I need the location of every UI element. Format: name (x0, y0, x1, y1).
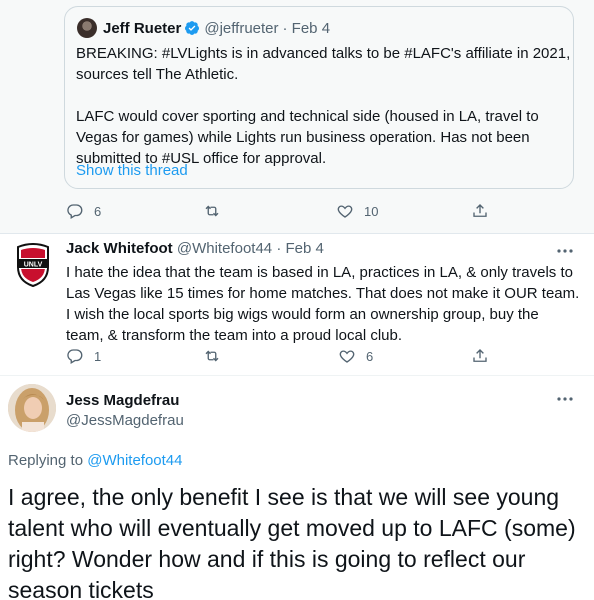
heart-icon (337, 205, 353, 218)
tweet2-author-name[interactable]: Jack Whitefoot (66, 240, 173, 257)
quoted-tweet-text: BREAKING: #LVLights is in advanced talks… (76, 43, 571, 169)
retweet-button[interactable] (203, 347, 221, 365)
tweet2-text-line: I wish the local sports big wigs would f… (66, 306, 539, 323)
reply-icon (67, 204, 83, 219)
quoted-tweet-date[interactable]: · Feb 4 (283, 20, 331, 37)
more-options-icon[interactable] (556, 396, 574, 402)
quoted-author-name[interactable]: Jeff Rueter (103, 20, 181, 37)
tweet2-header: Jack Whitefoot @Whitefoot44 · Feb 4 (66, 240, 324, 257)
svg-text:UNLV: UNLV (24, 262, 43, 269)
parent-tweet-section: Jeff Rueter @jeffrueter · Feb 4 BREAKING… (0, 0, 594, 234)
like-count: 10 (364, 203, 379, 219)
share-icon (473, 349, 487, 362)
verified-badge-icon (185, 21, 200, 35)
more-options-icon[interactable] (556, 248, 574, 254)
like-button[interactable]: 10 (336, 202, 378, 220)
show-thread-link[interactable]: Show this thread (76, 162, 188, 179)
tweet2-text-line: team, & transform the team into a proud … (66, 327, 402, 344)
share-button[interactable] (471, 202, 489, 220)
quoted-text-line: LAFC would cover sporting and technical … (76, 108, 539, 125)
quoted-tweet-card[interactable]: Jeff Rueter @jeffrueter · Feb 4 BREAKING… (64, 6, 574, 189)
quoted-author-avatar[interactable] (77, 18, 97, 38)
tweet2-date[interactable]: · Feb 4 (276, 240, 324, 257)
reply-button[interactable]: 6 (66, 202, 101, 220)
main-author-handle[interactable]: @JessMagdefrau (66, 412, 184, 429)
reply-icon (67, 349, 83, 364)
reply-button[interactable]: 1 (66, 347, 101, 365)
avatar-photo (8, 384, 56, 432)
retweet-button[interactable] (203, 202, 221, 220)
share-icon (473, 204, 487, 217)
tweet2-text: I hate the idea that the team is based i… (66, 262, 580, 346)
tweet-divider (0, 375, 594, 376)
tweet2-author-handle[interactable]: @Whitefoot44 (177, 240, 272, 257)
like-count: 6 (366, 348, 374, 364)
main-text-line: I agree, the only benefit I see is that … (8, 484, 560, 510)
main-text-line: season tickets (8, 577, 154, 600)
main-tweet-text: I agree, the only benefit I see is that … (8, 482, 588, 600)
tweet2-text-line: Las Vegas like 15 times for home matches… (66, 285, 580, 302)
replying-to-prefix: Replying to (8, 452, 88, 469)
quoted-text-line: sources tell The Athletic. (76, 66, 239, 83)
reply-count: 6 (94, 203, 102, 219)
main-text-line: talent who will eventually get moved up … (8, 515, 576, 541)
tweet2-text-line: I hate the idea that the team is based i… (66, 264, 573, 281)
reply-count: 1 (94, 348, 102, 364)
main-text-line: right? Wonder how and if this is going t… (8, 546, 526, 572)
share-button[interactable] (471, 347, 489, 365)
quoted-text-line: BREAKING: #LVLights is in advanced talks… (76, 45, 571, 62)
retweet-icon (205, 350, 219, 362)
quoted-text-line: Vegas for games) while Lights run busine… (76, 129, 530, 146)
like-button[interactable]: 6 (338, 347, 373, 365)
quoted-author-handle[interactable]: @jeffrueter (204, 20, 278, 37)
jack-avatar-logo[interactable]: UNLV (16, 243, 50, 287)
replying-to-link[interactable]: @Whitefoot44 (87, 452, 182, 469)
replying-to-line: Replying to @Whitefoot44 (8, 452, 183, 469)
quoted-tweet-header: Jeff Rueter @jeffrueter · Feb 4 (77, 18, 330, 38)
main-author-name[interactable]: Jess Magdefrau (66, 392, 179, 409)
jess-avatar[interactable] (8, 384, 56, 432)
heart-icon (339, 350, 355, 363)
retweet-icon (205, 205, 219, 217)
